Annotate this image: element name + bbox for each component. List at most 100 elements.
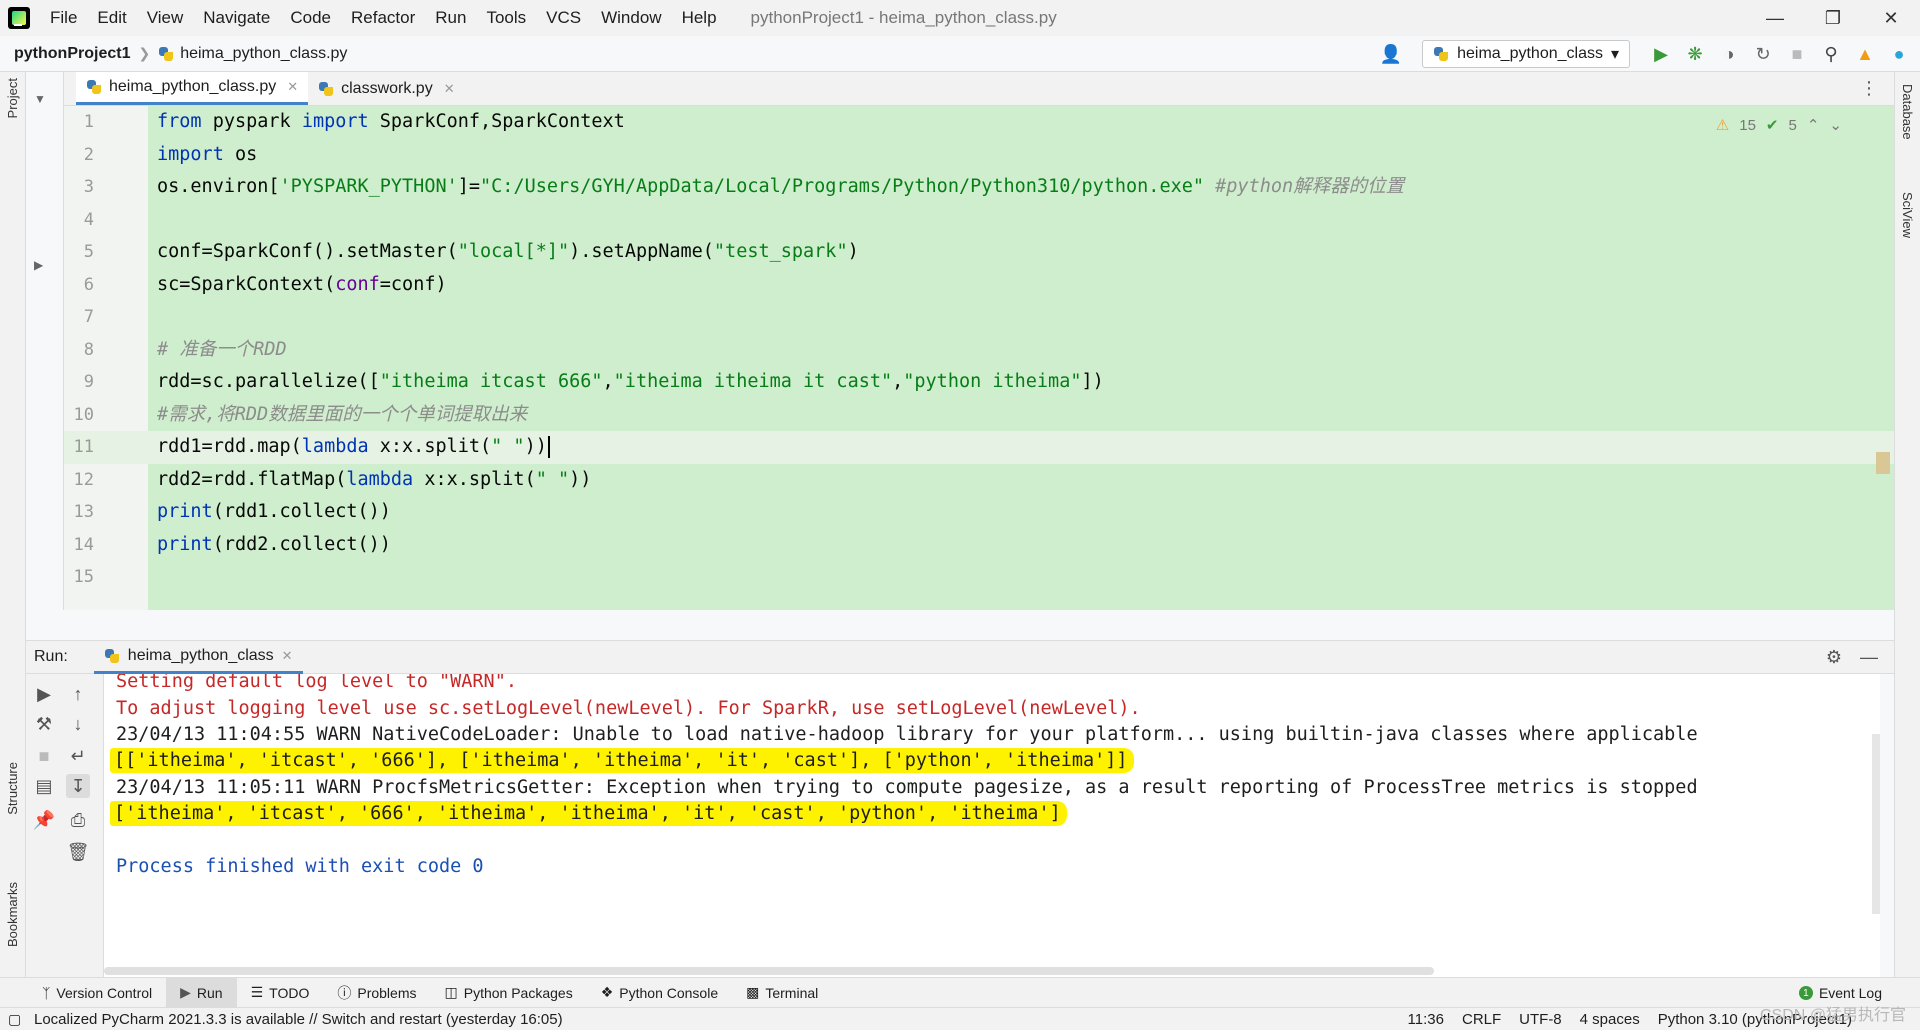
expand-arrow-icon[interactable]: ▼ xyxy=(34,92,46,106)
menu-code[interactable]: Code xyxy=(280,0,341,36)
tool-version-control[interactable]: ᛉ Version Control xyxy=(28,978,166,1008)
search-icon[interactable]: ⚲ xyxy=(1818,41,1844,67)
plugins-icon[interactable]: ● xyxy=(1886,41,1912,67)
line-number: 7 xyxy=(83,307,94,327)
close-tab-icon[interactable]: ✕ xyxy=(282,648,293,664)
tool-python-packages[interactable]: ◫ Python Packages xyxy=(431,978,587,1008)
pin-icon[interactable]: 📌 xyxy=(32,808,56,832)
console-output-highlighted: ['itheima', 'itcast', '666', 'itheima', … xyxy=(110,801,1067,826)
tab-heima-python-class[interactable]: heima_python_class.py ✕ xyxy=(76,72,309,105)
menu-refactor[interactable]: Refactor xyxy=(341,0,425,36)
watermark: CSDN @猛男执行官 xyxy=(1759,1007,1906,1024)
rerun-icon[interactable]: ▶ xyxy=(32,682,56,706)
debug-icon[interactable]: ❋ xyxy=(1682,41,1708,67)
trash-icon[interactable]: 🗑 xyxy=(66,840,90,864)
project-tool-button[interactable]: Project xyxy=(5,78,20,118)
print-icon[interactable]: ⎙ xyxy=(66,808,90,832)
coverage-icon[interactable]: ◑ xyxy=(1716,41,1742,67)
tool-label: Terminal xyxy=(765,984,819,1001)
wrench-icon[interactable]: ⚒ xyxy=(32,712,56,736)
tool-terminal[interactable]: ▩ Terminal xyxy=(732,978,832,1008)
error-stripe-mark[interactable] xyxy=(1876,452,1890,474)
window-title: pythonProject1 - heima_python_class.py xyxy=(750,8,1057,27)
breadcrumb-project[interactable]: pythonProject1 xyxy=(14,45,130,63)
code-line: 5 conf=SparkConf().setMaster("local[*]").… xyxy=(64,236,1894,269)
indent-setting[interactable]: 4 spaces xyxy=(1580,1011,1640,1028)
tab-label: classwork.py xyxy=(341,79,433,97)
caret-position[interactable]: 11:36 xyxy=(1408,1011,1444,1028)
next-highlight-icon[interactable]: ⌄ xyxy=(1829,116,1842,134)
previous-highlight-icon[interactable]: ⌃ xyxy=(1807,116,1820,134)
event-log-label: Event Log xyxy=(1818,985,1882,1001)
console-horizontal-scrollbar[interactable] xyxy=(104,967,1434,975)
code-editor[interactable]: 1 from pyspark import SparkConf,SparkCont… xyxy=(64,106,1894,610)
menu-navigate[interactable]: Navigate xyxy=(193,0,280,36)
line-number: 5 xyxy=(83,242,94,262)
scroll-up-icon[interactable]: ↑ xyxy=(66,682,90,706)
structure-tool-button[interactable]: Structure xyxy=(5,762,20,815)
run-console[interactable]: Setting default log level to "WARN". To … xyxy=(104,674,1880,977)
menu-help[interactable]: Help xyxy=(672,0,727,36)
stop-icon[interactable]: ■ xyxy=(32,744,56,768)
scroll-to-end-icon[interactable]: ↧ xyxy=(66,774,90,798)
check-icon: ✔ xyxy=(1765,117,1779,134)
line-number: 15 xyxy=(73,567,94,587)
sciview-tool-button[interactable]: SciView xyxy=(1900,192,1915,238)
menu-tools[interactable]: Tools xyxy=(476,0,536,36)
tab-label: heima_python_class.py xyxy=(109,78,277,95)
left-tool-strip: Project Structure Bookmarks xyxy=(0,72,26,977)
tool-todo[interactable]: ☰ TODO xyxy=(237,978,324,1008)
tool-python-console[interactable]: ❖ Python Console xyxy=(587,978,732,1008)
close-tab-icon[interactable]: ✕ xyxy=(444,81,455,97)
database-tool-button[interactable]: Database xyxy=(1900,84,1915,140)
tool-label: Python Packages xyxy=(463,984,573,1001)
python-run-icon xyxy=(104,648,120,664)
run-configuration-label: heima_python_class xyxy=(1457,45,1603,62)
menu-edit[interactable]: Edit xyxy=(87,0,136,36)
close-tab-icon[interactable]: ✕ xyxy=(287,79,298,95)
code-line: 13 print(rdd1.collect()) xyxy=(64,496,1894,529)
tool-label: Version Control xyxy=(56,984,153,1001)
user-icon[interactable]: 👤 xyxy=(1378,41,1404,67)
layout-icon[interactable]: ▤ xyxy=(32,774,56,798)
python-run-config-icon xyxy=(1433,46,1449,62)
status-message[interactable]: Localized PyCharm 2021.3.3 is available … xyxy=(34,1011,563,1028)
console-vertical-scrollbar[interactable] xyxy=(1872,734,1880,914)
tool-run[interactable]: ▶ Run xyxy=(166,977,237,1008)
menu-run[interactable]: Run xyxy=(425,0,476,36)
soft-wrap-icon[interactable]: ↵ xyxy=(66,744,90,768)
menu-vcs[interactable]: VCS xyxy=(536,0,591,36)
status-toggle-icon[interactable]: ▢ xyxy=(8,1011,21,1028)
run-configuration-select[interactable]: heima_python_class ▾ xyxy=(1422,40,1630,68)
code-line: 15 xyxy=(64,561,1894,594)
line-number: 12 xyxy=(73,469,94,490)
collapse-arrow-icon[interactable]: ▶ xyxy=(34,258,43,272)
warning-icon: ⚠ xyxy=(1715,117,1730,134)
scroll-down-icon[interactable]: ↓ xyxy=(66,712,90,736)
update-icon[interactable]: ▲ xyxy=(1852,41,1878,67)
restore-icon[interactable]: ❐ xyxy=(1804,0,1862,36)
file-encoding[interactable]: UTF-8 xyxy=(1519,1011,1562,1028)
inspection-widget[interactable]: ⚠ 15 ✔ 5 ⌃ ⌄ xyxy=(1715,116,1842,135)
console-output-highlighted: [['itheima', 'itcast', '666'], ['itheima… xyxy=(110,748,1134,773)
profile-icon[interactable]: ↻ xyxy=(1750,41,1776,67)
menu-window[interactable]: Window xyxy=(591,0,671,36)
minimize-icon[interactable]: — xyxy=(1746,0,1804,36)
close-icon[interactable]: ✕ xyxy=(1862,0,1920,36)
menu-file[interactable]: File xyxy=(40,0,87,36)
stop-icon[interactable]: ■ xyxy=(1784,41,1810,67)
gear-icon[interactable]: ⚙ xyxy=(1826,647,1842,668)
menu-view[interactable]: View xyxy=(137,0,194,36)
more-tabs-icon[interactable]: ⋮ xyxy=(1860,78,1878,99)
line-number: 11 xyxy=(73,437,94,457)
code-line: 1 from pyspark import SparkConf,SparkCont… xyxy=(64,106,1894,139)
bookmarks-tool-button[interactable]: Bookmarks xyxy=(5,882,20,947)
breadcrumb-file[interactable]: heima_python_class.py xyxy=(158,45,347,63)
run-tab[interactable]: heima_python_class ✕ xyxy=(93,640,303,674)
hide-panel-icon[interactable]: — xyxy=(1860,647,1878,668)
line-separator[interactable]: CRLF xyxy=(1462,1011,1501,1028)
tool-label: Problems xyxy=(357,984,417,1001)
tool-problems[interactable]: ⓘ Problems xyxy=(323,978,430,1008)
tab-classwork[interactable]: classwork.py ✕ xyxy=(308,72,464,105)
run-icon[interactable]: ▶ xyxy=(1648,41,1674,67)
